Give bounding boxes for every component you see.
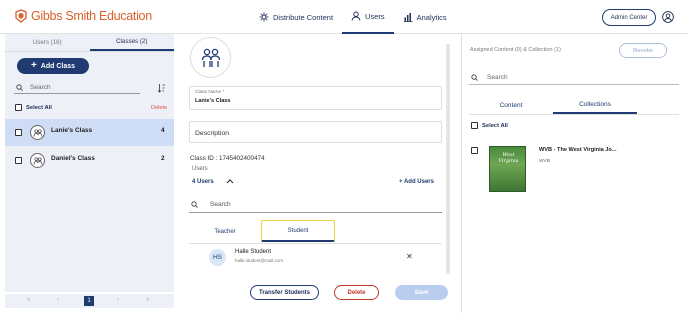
class-name: Daniel's Class [51,155,95,162]
user-role-tabs: Teacher Student [189,220,442,244]
nav-users[interactable]: Users [342,0,394,34]
tab-content[interactable]: Content [469,97,553,114]
action-bar: Transfer Students Delete Save [174,276,452,313]
collection-row[interactable]: West Virginia WVB - The West Virginia Jo… [471,144,681,194]
admin-center-button[interactable]: Admin Center [602,9,656,26]
select-all-checkbox[interactable] [15,104,22,111]
chevron-up-icon[interactable] [226,178,234,184]
nav-label: Analytics [416,12,447,22]
pagination: « ‹ 1 › » [5,294,174,308]
select-all-label: Select All [26,104,52,111]
class-name-value: Lanie's Class [195,98,231,104]
logo[interactable]: Gibbs Smith Education [14,9,152,23]
app-root: Gibbs Smith Education Distribute Content… [0,0,688,313]
select-all-checkbox[interactable] [471,122,478,129]
sort-icon[interactable] [157,83,166,93]
sidebar-tabs: Users (16) Classes (2) [5,34,174,52]
user-row[interactable]: HS Halle Student halle.student@mail.com … [189,246,442,270]
search-icon [16,83,23,91]
search-placeholder: Search [210,200,231,208]
users-label: Users [192,166,208,172]
user-search-input[interactable]: Search [189,196,442,213]
analytics-icon [403,13,413,22]
avatar: HS [209,249,226,266]
current-page[interactable]: 1 [84,296,94,306]
class-details-panel: Class Name * Lanie's Class Description C… [174,34,452,276]
logo-text: Gibbs Smith Education [31,9,152,23]
tab-teacher[interactable]: Teacher [189,220,261,243]
nav-analytics[interactable]: Analytics [394,0,456,34]
transfer-students-button[interactable]: Transfer Students [250,285,319,300]
collection-subtitle: WVB [539,159,550,164]
save-button[interactable]: Save [395,285,448,300]
users-count[interactable]: 4 Users [192,179,214,185]
user-email: halle.student@mail.com [235,258,284,263]
class-name: Lanie's Class [51,127,93,134]
class-name-label: Class Name * [195,90,225,95]
group-icon [30,125,45,140]
assigned-content-panel: Assigned Content (0) & Collection (1) Re… [461,34,688,313]
top-header: Gibbs Smith Education Distribute Content… [0,0,688,34]
add-users-button[interactable]: + Add Users [399,179,434,185]
delete-link[interactable]: Delete [151,105,167,111]
class-row[interactable]: Lanie's Class 4 [5,119,174,146]
tab-classes[interactable]: Classes (2) [89,34,174,51]
tab-users[interactable]: Users (16) [5,34,90,51]
last-page-button[interactable]: » [146,297,149,303]
revoke-button[interactable]: Revoke [619,43,667,58]
assigned-summary: Assigned Content (0) & Collection (1) [470,47,561,53]
class-checkbox[interactable] [15,157,22,164]
classes-sidebar: Users (16) Classes (2) + Add Class Searc… [5,34,174,292]
add-class-button[interactable]: + Add Class [17,58,89,74]
main-nav: Distribute Content Users Analytics [250,0,456,34]
nav-label: Distribute Content [273,12,334,22]
class-checkbox[interactable] [15,129,22,136]
plus-icon: + [30,60,37,71]
select-all[interactable]: Select All [15,104,52,111]
tab-student[interactable]: Student [261,220,335,242]
remove-user-close-icon[interactable]: ✕ [406,252,413,261]
user-icon [351,11,361,21]
next-page-button[interactable]: › [117,297,119,303]
book-cover-image: West Virginia [489,146,526,192]
class-name-field[interactable]: Class Name * Lanie's Class [189,86,442,110]
search-placeholder: Search [487,73,508,81]
group-icon [201,48,220,67]
class-row[interactable]: Daniel's Class 2 [5,147,174,174]
select-all[interactable]: Select All [471,122,508,129]
user-name: Halle Student [235,249,272,255]
distribute-icon [259,12,269,22]
profile-icon[interactable] [662,11,674,23]
delete-button[interactable]: Delete [334,285,379,300]
collection-title: WVB - The West Virginia Jo... [539,147,617,153]
prev-page-button[interactable]: ‹ [57,297,59,303]
book-cover-title: West Virginia [498,152,519,164]
logo-icon [15,9,27,23]
class-count: 2 [161,155,165,162]
class-avatar [190,37,231,78]
content-search-input[interactable]: Search [469,70,679,85]
group-icon [30,153,45,168]
collection-checkbox[interactable] [471,147,478,154]
class-id: Class ID : 1745402400474 [190,155,265,162]
content-tabs: Content Collections [469,97,679,115]
search-icon [191,200,198,208]
nav-distribute-content[interactable]: Distribute Content [250,0,342,34]
description-field[interactable]: Description [189,121,442,143]
add-class-label: Add Class [40,62,76,70]
scrollbar[interactable] [446,44,450,274]
first-page-button[interactable]: « [27,297,30,303]
class-search-input[interactable]: Search [14,81,140,94]
tab-collections[interactable]: Collections [553,97,637,114]
select-all-label: Select All [482,122,508,129]
search-icon [471,73,478,81]
search-placeholder: Search [30,83,51,91]
class-count: 4 [161,127,165,134]
nav-label: Users [365,11,385,21]
description-placeholder: Description [195,130,229,137]
